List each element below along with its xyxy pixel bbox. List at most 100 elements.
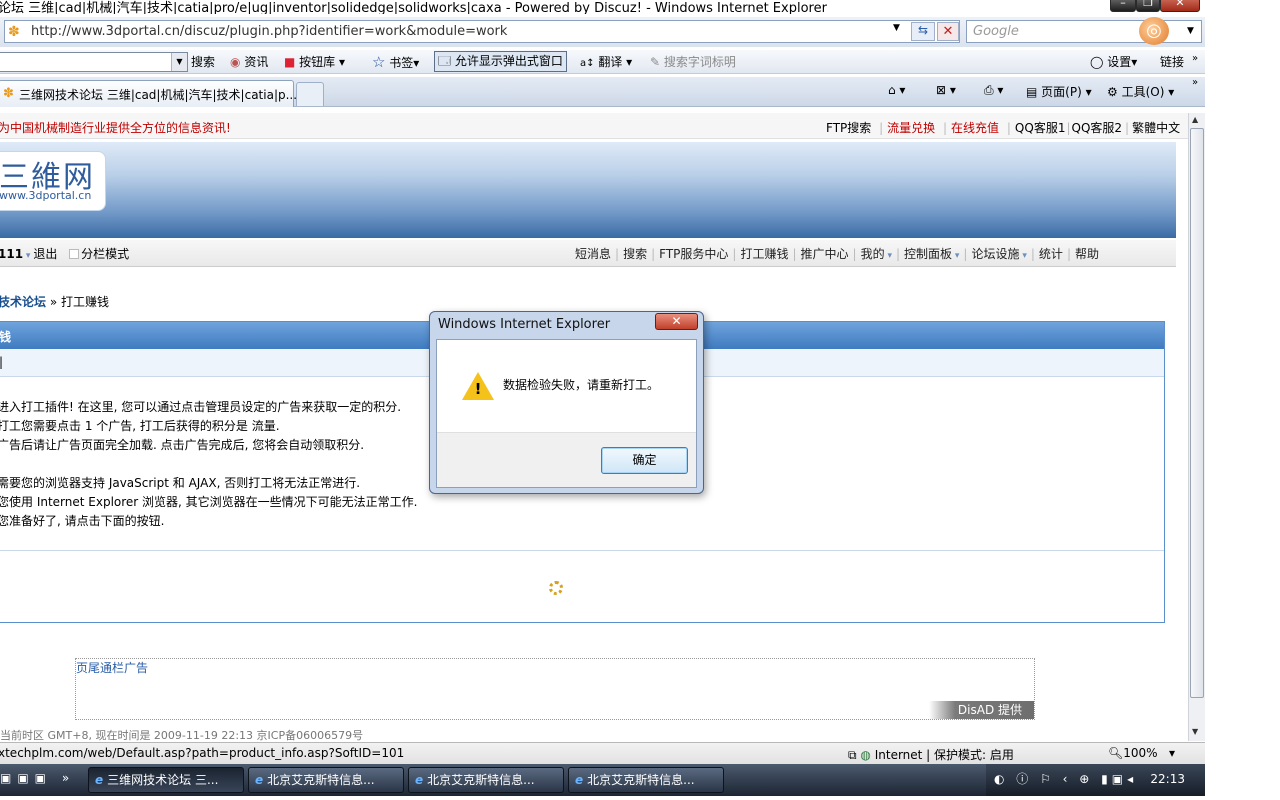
taskbar-item[interactable]: e 北京艾克斯特信息... <box>248 767 404 793</box>
nav-item-work[interactable]: 打工赚钱 <box>740 247 788 261</box>
dialog-close-button[interactable]: ✕ <box>655 313 698 330</box>
maximize-button[interactable]: ❐ <box>1136 0 1160 12</box>
scrollbar-thumb[interactable] <box>1190 128 1204 698</box>
site-logo[interactable]: 三維网 www.3dportal.cn <box>0 151 106 211</box>
popup-blocked-icon: ⧉ <box>848 748 857 762</box>
description-line: 您使用 Internet Explorer 浏览器, 其它浏览器在一些情况下可能… <box>0 495 418 509</box>
status-text: xtechplm.com/web/Default.asp?path=produc… <box>0 746 405 760</box>
popup-icon: 🗔 <box>438 54 452 68</box>
minimize-button[interactable]: – <box>1110 0 1136 12</box>
nav-item-messages[interactable]: 短消息 <box>575 247 611 261</box>
breadcrumb-forum-link[interactable]: 技术论坛 <box>0 295 46 309</box>
taskbar-item[interactable]: e 三维网技术论坛 三... <box>88 767 244 793</box>
description-line: 打工您需要点击 1 个广告, 打工后获得的积分是 流量. <box>0 419 280 433</box>
toolbar-translate-button[interactable]: a↕ 翻译 ▾ <box>580 53 632 73</box>
nav-item-forum-tools[interactable]: 论坛设施 <box>971 247 1019 261</box>
google-search-icon[interactable]: ◎ <box>1139 17 1169 45</box>
vertical-scrollbar[interactable]: ▲ ▼ <box>1188 113 1205 741</box>
nav-item-help[interactable]: 帮助 <box>1075 247 1099 261</box>
logo-url: www.3dportal.cn <box>0 189 92 202</box>
cmdbar-overflow-icon[interactable]: » <box>1192 77 1198 88</box>
separator: | <box>1125 121 1130 135</box>
toolbar-buttons-button[interactable]: ■ 按钮库 ▾ <box>284 53 345 71</box>
nav-item-stats[interactable]: 统计 <box>1039 247 1063 261</box>
nav-item-mine[interactable]: 我的 <box>861 247 885 261</box>
chevron-down-icon[interactable]: ▾ <box>1019 251 1027 261</box>
online-recharge-link[interactable]: 在线充值 <box>951 121 999 135</box>
security-zone[interactable]: ⧉ ◍ Internet | 保护模式: 启用 <box>848 746 1014 763</box>
toolbar-bookmarks-button[interactable]: ☆ 书签▾ <box>372 53 419 72</box>
print-icon[interactable]: ⎙ ▾ <box>984 83 1003 98</box>
taskbar-item-label: 北京艾克斯特信息... <box>427 773 535 787</box>
stop-icon[interactable]: ✕ <box>937 22 959 41</box>
nav-item-search[interactable]: 搜索 <box>623 247 647 261</box>
qq-service-2-link[interactable]: QQ客服2 <box>1072 121 1123 135</box>
toolbar-news-button[interactable]: ◉ 资讯 <box>230 53 268 71</box>
new-tab-button[interactable] <box>296 82 324 106</box>
qq-service-1-link[interactable]: QQ客服1 <box>1015 121 1066 135</box>
dialog-title: Windows Internet Explorer <box>438 317 611 332</box>
taskbar-item[interactable]: e 北京艾克斯特信息... <box>408 767 564 793</box>
split-mode-label: 分栏模式 <box>81 247 130 261</box>
nav-item-ftp[interactable]: FTP服务中心 <box>659 247 728 261</box>
main-nav: 短消息 | 搜索 | FTP服务中心 | 打工赚钱 | 推广中心 | 我的 ▾ | 控制面板 ▾ | 论坛设… <box>575 245 1099 262</box>
home-icon[interactable]: ⌂ ▾ <box>888 83 905 97</box>
zoom-control[interactable]: 🔍︎100% ▾ <box>1108 746 1175 760</box>
ok-button[interactable]: 确定 <box>601 447 688 474</box>
nav-item-promo[interactable]: 推广中心 <box>801 247 849 261</box>
ftp-search-link[interactable]: FTP搜索 <box>826 121 871 135</box>
search-dropdown-icon[interactable]: ▼ <box>1187 26 1194 36</box>
tray-icons[interactable]: ◐ ⓘ ⚐ ‹ ⊕ ▮▣◂ <box>994 770 1137 787</box>
divider <box>0 550 1164 551</box>
chevron-down-icon[interactable]: ▾ <box>23 251 33 261</box>
address-bar[interactable]: ✽ http://www.3dportal.cn/discuz/plugin.p… <box>4 20 960 43</box>
scroll-down-icon[interactable]: ▼ <box>1192 727 1198 736</box>
tab-active[interactable]: ✽ 三维网技术论坛 三维|cad|机械|汽车|技术|catia|p... <box>0 80 297 107</box>
combo-dropdown-icon[interactable]: ▼ <box>171 53 187 71</box>
tools-menu[interactable]: ⚙ 工具(O) ▾ <box>1107 83 1174 100</box>
site-banner: 三維网 www.3dportal.cn <box>0 142 1176 238</box>
taskbar-item[interactable]: e 北京艾克斯特信息... <box>568 767 724 793</box>
quick-launch[interactable]: ▣▣▣ » <box>0 771 75 785</box>
search-input[interactable]: Google ◎ ▼ <box>966 17 1202 45</box>
taskbar-item-label: 三维网技术论坛 三... <box>107 773 219 787</box>
translate-label: 翻译 <box>598 55 623 69</box>
ad-provider-badge[interactable]: DisAD 提供 <box>929 701 1034 719</box>
buttons-label: 按钮库 <box>299 55 336 69</box>
split-mode-checkbox[interactable] <box>69 249 80 259</box>
username-link[interactable]: 111 <box>0 247 23 261</box>
chevron-down-icon[interactable]: ▾ <box>952 251 960 261</box>
address-url[interactable]: http://www.3dportal.cn/discuz/plugin.php… <box>31 24 507 39</box>
description-line: 进入打工插件! 在这里, 您可以通过点击管理员设定的广告来获取一定的积分. <box>0 400 402 414</box>
address-row: ✽ http://www.3dportal.cn/discuz/plugin.p… <box>0 17 1205 47</box>
traditional-chinese-link[interactable]: 繁體中文 <box>1132 121 1180 135</box>
zone-label: Internet | 保护模式: 启用 <box>874 748 1014 762</box>
traffic-exchange-link[interactable]: 流量兑换 <box>887 121 935 135</box>
toolbar-popup-button[interactable]: 🗔 允许显示弹出式窗口 <box>434 51 567 72</box>
toolbar-search-combo[interactable]: ▼ <box>0 52 188 72</box>
toolbar-search-button[interactable]: 搜索 <box>191 53 215 71</box>
close-window-button[interactable]: ✕ <box>1160 0 1200 12</box>
feed-icon[interactable]: ⊠ ▾ <box>936 83 956 97</box>
toolbar-links-button[interactable]: 链接 <box>1160 53 1184 71</box>
search-placeholder: Google <box>973 24 1019 39</box>
news-label: 资讯 <box>244 55 269 69</box>
zoom-icon: 🔍︎ <box>1108 746 1124 760</box>
chevron-down-icon[interactable]: ▾ <box>885 251 892 261</box>
logout-link[interactable]: 退出 <box>33 247 57 261</box>
clock[interactable]: 22:13 <box>1150 772 1185 786</box>
refresh-icon[interactable]: ⇆ <box>911 22 935 41</box>
separator: | <box>879 121 884 135</box>
scroll-up-icon[interactable]: ▲ <box>1192 115 1198 124</box>
site-slogan: 为中国机械制造行业提供全方位的信息资讯! <box>0 121 231 135</box>
toolbar-highlight-button[interactable]: ✎ 搜索字词标明 <box>650 53 736 71</box>
page-menu[interactable]: ▤ 页面(P) ▾ <box>1026 83 1092 100</box>
user-nav: 111 ▾ 退出 分栏模式 <box>0 245 129 262</box>
bookmarks-label: 书签 <box>389 56 414 70</box>
nav-item-control-panel[interactable]: 控制面板 <box>904 247 952 261</box>
address-dropdown-icon[interactable]: ▼ <box>893 23 907 33</box>
toolbar-settings-button[interactable]: ◯ 设置▾ <box>1090 53 1137 71</box>
footer-ad-box[interactable]: 页尾通栏广告 DisAD 提供 <box>75 658 1035 720</box>
footer-ad-label: 页尾通栏广告 <box>76 661 149 675</box>
toolbar-overflow-icon[interactable]: » <box>1192 50 1198 68</box>
